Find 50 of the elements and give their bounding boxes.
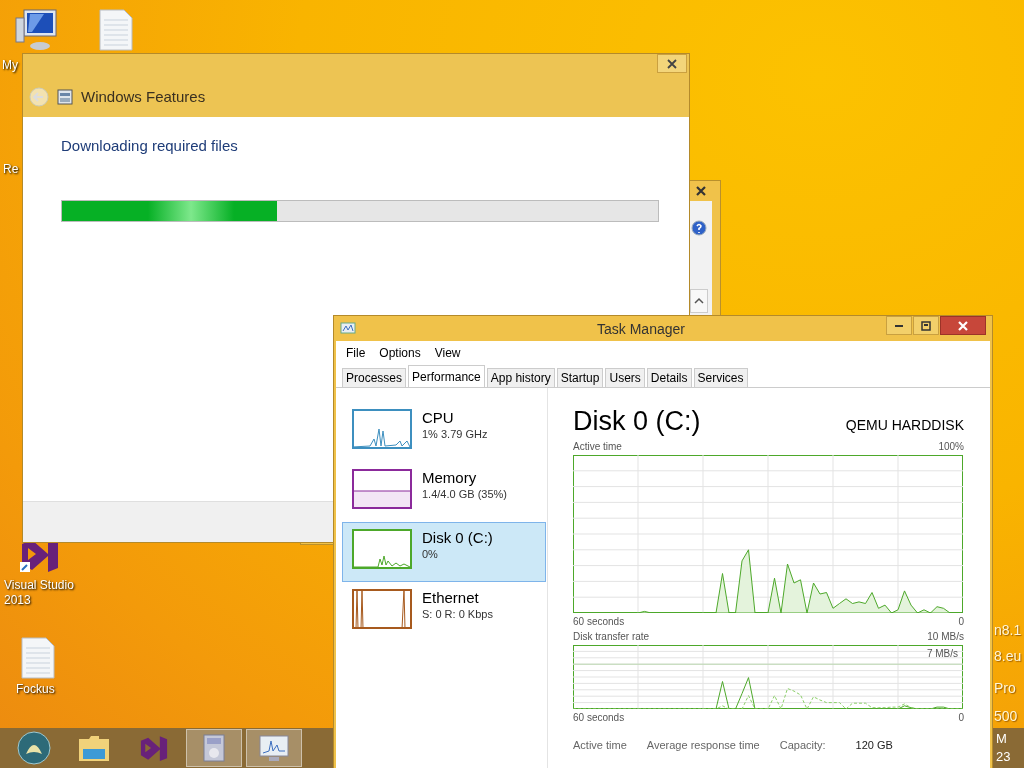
clock-text: M [996, 730, 1008, 748]
tab[interactable]: App history [486, 368, 555, 387]
status-heading: Downloading required files [61, 137, 239, 154]
resource-detail: 1.4/4.0 GB (35%) [422, 488, 507, 500]
tab[interactable]: Startup [556, 368, 604, 387]
stat-label: Capacity: [779, 739, 826, 751]
menu-item[interactable]: View [434, 346, 461, 360]
axis-label: 0 [958, 712, 964, 723]
window-title: Task Manager [596, 320, 686, 337]
window-title: Windows Features [81, 88, 206, 105]
desktop-icon-label: Visual Studio 2013 [4, 578, 75, 608]
desktop-icon-label: Re [3, 162, 20, 177]
resource-item[interactable]: CPU 1% 3.79 GHz [342, 402, 546, 462]
stat-value: 120 GB [855, 739, 893, 751]
axis-max-label: 10 MB/s [927, 631, 964, 642]
tab[interactable]: Performance [408, 365, 485, 387]
axis-label: 0 [958, 616, 964, 627]
desktop-text: 8.eu [994, 648, 1022, 664]
disk-model: QEMU HARDDISK [845, 417, 964, 433]
stat-label: Active time [573, 739, 627, 751]
panel-title: Disk 0 (C:) [573, 406, 701, 437]
tab[interactable]: Users [605, 368, 645, 387]
menu-item[interactable]: File [346, 346, 366, 360]
resource-detail: S: 0 R: 0 Kbps [422, 608, 493, 620]
desktop-text: Pro [994, 680, 1016, 696]
chart-title: Disk transfer rate [573, 631, 650, 642]
chart-title: Active time [573, 441, 622, 452]
resource-name: Memory [422, 469, 478, 486]
axis-label: 60 seconds [573, 616, 625, 627]
stat-label: Average response time [646, 739, 760, 751]
axis-max-label: 100% [938, 441, 964, 452]
resource-item[interactable]: Disk 0 (C:) 0% [342, 522, 546, 582]
scale-label: 7 MB/s [926, 648, 958, 659]
axis-label: 60 seconds [573, 712, 625, 723]
desktop-text: n8.1 [994, 622, 1022, 638]
resource-detail: 1% 3.79 GHz [422, 428, 488, 440]
resource-detail: 0% [422, 548, 439, 560]
desktop-icon-label: My [2, 58, 19, 73]
resource-item[interactable]: Ethernet S: 0 R: 0 Kbps [342, 582, 546, 642]
desktop-icon-label: Fockus [16, 682, 56, 697]
desktop-text: 500 [994, 708, 1018, 724]
resource-name: Ethernet [422, 589, 480, 606]
resource-name: Disk 0 (C:) [422, 529, 493, 546]
tab[interactable]: Services [693, 368, 748, 387]
clock-text: 23 [996, 748, 1011, 766]
resource-item[interactable]: Memory 1.4/4.0 GB (35%) [342, 462, 546, 522]
menu-item[interactable]: Options [379, 346, 421, 360]
tab[interactable]: Details [646, 368, 692, 387]
resource-name: CPU [422, 409, 455, 426]
tab[interactable]: Processes [342, 368, 407, 387]
